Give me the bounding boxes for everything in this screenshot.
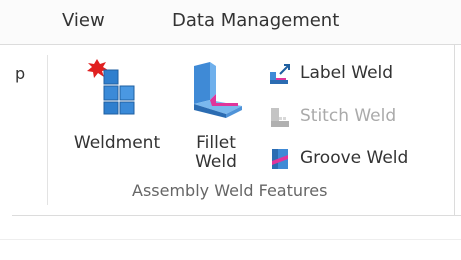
fillet-weld-label-line1: Fillet xyxy=(196,133,236,153)
tab-view[interactable]: View xyxy=(62,10,105,31)
groove-weld-button[interactable]: Groove Weld xyxy=(268,145,444,171)
group-separator xyxy=(47,55,48,205)
stitch-weld-icon xyxy=(271,108,289,127)
label-weld-button[interactable]: Label Weld xyxy=(268,60,428,86)
ribbon-right-edge xyxy=(454,45,455,215)
tab-data-management[interactable]: Data Management xyxy=(172,10,339,31)
previous-group-fragment: p xyxy=(15,64,26,83)
weldment-button[interactable]: Weldment xyxy=(60,58,174,158)
fillet-weld-icon xyxy=(194,62,242,118)
weldment-label: Weldment xyxy=(73,133,161,153)
group-label-assembly-weld-features: Assembly Weld Features xyxy=(132,181,328,200)
label-weld-label: Label Weld xyxy=(300,63,394,83)
groove-weld-label: Groove Weld xyxy=(300,148,409,168)
ribbon-tab-bar: View Data Management xyxy=(0,0,461,44)
ribbon-bottom-border xyxy=(12,215,461,216)
weldment-icon xyxy=(87,59,135,115)
fillet-weld-label-line2: Weld xyxy=(195,152,237,172)
groove-weld-icon xyxy=(272,149,288,169)
fillet-weld-button[interactable]: Fillet Weld xyxy=(180,58,252,178)
stitch-weld-label: Stitch Weld xyxy=(300,106,397,126)
label-weld-icon xyxy=(270,64,290,84)
stitch-weld-button[interactable]: Stitch Weld xyxy=(268,103,428,129)
content-area-divider xyxy=(0,239,461,240)
